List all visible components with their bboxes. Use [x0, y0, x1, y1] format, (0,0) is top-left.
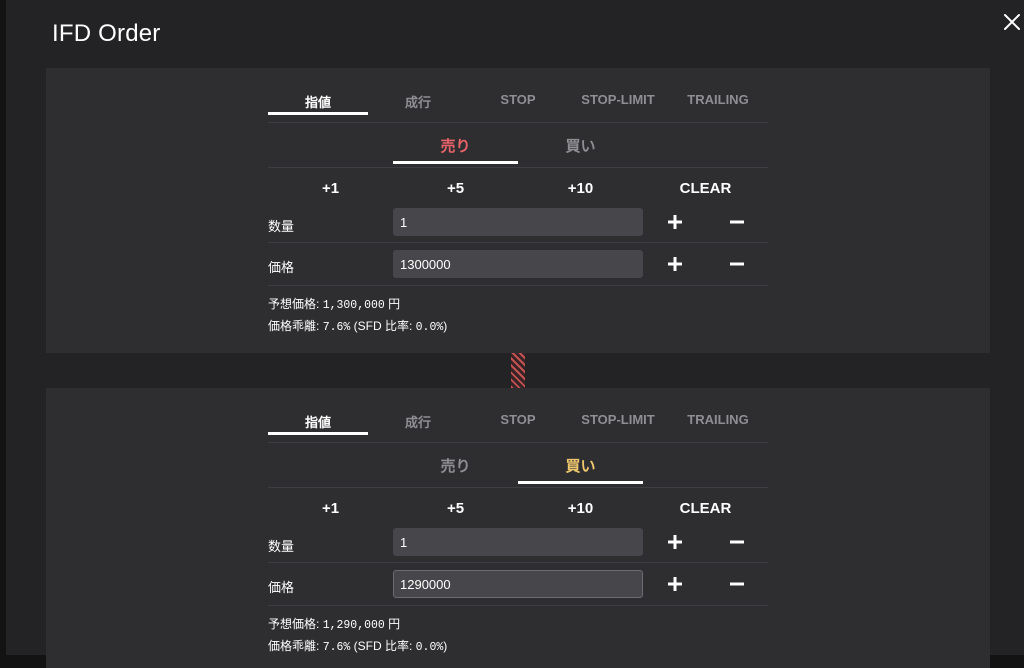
clear-button[interactable]: CLEAR	[643, 180, 768, 197]
plus-icon	[668, 535, 682, 549]
expected-price-label: 予想価格:	[268, 297, 320, 311]
sfd-label: (SFD 比率:	[353, 319, 413, 333]
tab-stop[interactable]: STOP	[468, 412, 568, 427]
quick-amount-buttons: +1 +5 +10 CLEAR	[268, 488, 768, 528]
quantity-decrement-button[interactable]	[726, 531, 748, 553]
tab-trailing[interactable]: TRAILING	[668, 92, 768, 107]
price-row: 価格	[268, 243, 768, 286]
quantity-decrement-button[interactable]	[726, 211, 748, 233]
dialog-title: IFD Order	[52, 20, 161, 47]
expected-price-unit: 円	[388, 297, 401, 311]
deviation-value: 7.6%	[322, 321, 351, 334]
close-icon	[1004, 14, 1020, 30]
plus-1-button[interactable]: +1	[268, 180, 393, 197]
minus-icon	[730, 582, 744, 586]
plus-5-button[interactable]: +5	[393, 500, 518, 517]
minus-icon	[730, 262, 744, 266]
buy-tab[interactable]: 買い	[518, 455, 643, 476]
deviation-value: 7.6%	[322, 641, 351, 654]
active-side-indicator	[393, 161, 518, 164]
order-summary: 予想価格: 1,300,000 円 価格乖離: 7.6% (SFD 比率: 0.…	[268, 286, 768, 338]
order-panel-1: 指値 成行 STOP STOP-LIMIT TRAILING 売り 買い +1 …	[46, 68, 990, 353]
tab-market[interactable]: 成行	[368, 92, 468, 111]
expected-price-value: 1,290,000	[322, 619, 385, 632]
plus-1-button[interactable]: +1	[268, 500, 393, 517]
plus-icon	[668, 257, 682, 271]
sell-tab[interactable]: 売り	[393, 135, 518, 156]
tab-stop[interactable]: STOP	[468, 92, 568, 107]
price-increment-button[interactable]	[664, 573, 686, 595]
quick-amount-buttons: +1 +5 +10 CLEAR	[268, 168, 768, 208]
price-row: 価格	[268, 563, 768, 606]
sfd-value: 0.0%	[415, 641, 444, 654]
sell-tab[interactable]: 売り	[393, 455, 518, 476]
plus-10-button[interactable]: +10	[518, 500, 643, 517]
order-panel-2: 指値 成行 STOP STOP-LIMIT TRAILING 売り 買い +1 …	[46, 388, 990, 668]
expected-price-line: 予想価格: 1,290,000 円	[268, 614, 768, 636]
plus-10-button[interactable]: +10	[518, 180, 643, 197]
order-type-tabs: 指値 成行 STOP STOP-LIMIT TRAILING	[268, 68, 768, 123]
quantity-input[interactable]	[393, 528, 643, 556]
price-input[interactable]	[393, 250, 643, 278]
order-type-tabs: 指値 成行 STOP STOP-LIMIT TRAILING	[268, 388, 768, 443]
quantity-row: 数量	[268, 208, 768, 243]
price-decrement-button[interactable]	[726, 253, 748, 275]
plus-icon	[668, 577, 682, 591]
expected-price-unit: 円	[388, 617, 401, 631]
price-increment-button[interactable]	[664, 253, 686, 275]
close-button[interactable]	[1002, 12, 1022, 32]
tab-stop-limit[interactable]: STOP-LIMIT	[568, 92, 668, 107]
price-decrement-button[interactable]	[726, 573, 748, 595]
quantity-increment-button[interactable]	[664, 211, 686, 233]
sfd-value: 0.0%	[415, 321, 444, 334]
quantity-increment-button[interactable]	[664, 531, 686, 553]
minus-icon	[730, 220, 744, 224]
expected-price-value: 1,300,000	[322, 299, 385, 312]
clear-button[interactable]: CLEAR	[643, 500, 768, 517]
tab-market[interactable]: 成行	[368, 412, 468, 431]
tab-stop-limit[interactable]: STOP-LIMIT	[568, 412, 668, 427]
side-selector: 売り 買い	[268, 443, 768, 488]
sfd-close-paren: )	[443, 639, 448, 653]
price-input[interactable]	[393, 570, 643, 598]
deviation-label: 価格乖離:	[268, 639, 320, 653]
tab-limit[interactable]: 指値	[268, 412, 368, 431]
sfd-close-paren: )	[443, 319, 448, 333]
minus-icon	[730, 540, 744, 544]
active-side-indicator	[518, 481, 643, 484]
active-tab-indicator	[268, 432, 368, 435]
deviation-label: 価格乖離:	[268, 319, 320, 333]
ifd-link-connector	[511, 353, 525, 388]
quantity-input[interactable]	[393, 208, 643, 236]
price-label: 価格	[268, 260, 295, 275]
active-tab-indicator	[268, 112, 368, 115]
deviation-line: 価格乖離: 7.6% (SFD 比率: 0.0%)	[268, 316, 768, 338]
buy-tab[interactable]: 買い	[518, 135, 643, 156]
order-summary: 予想価格: 1,290,000 円 価格乖離: 7.6% (SFD 比率: 0.…	[268, 606, 768, 658]
side-selector: 売り 買い	[268, 123, 768, 168]
quantity-label: 数量	[268, 219, 295, 234]
price-label: 価格	[268, 580, 295, 595]
tab-trailing[interactable]: TRAILING	[668, 412, 768, 427]
plus-icon	[668, 215, 682, 229]
quantity-row: 数量	[268, 528, 768, 563]
expected-price-line: 予想価格: 1,300,000 円	[268, 294, 768, 316]
plus-5-button[interactable]: +5	[393, 180, 518, 197]
tab-limit[interactable]: 指値	[268, 92, 368, 111]
expected-price-label: 予想価格:	[268, 617, 320, 631]
quantity-label: 数量	[268, 539, 295, 554]
sfd-label: (SFD 比率:	[353, 639, 413, 653]
